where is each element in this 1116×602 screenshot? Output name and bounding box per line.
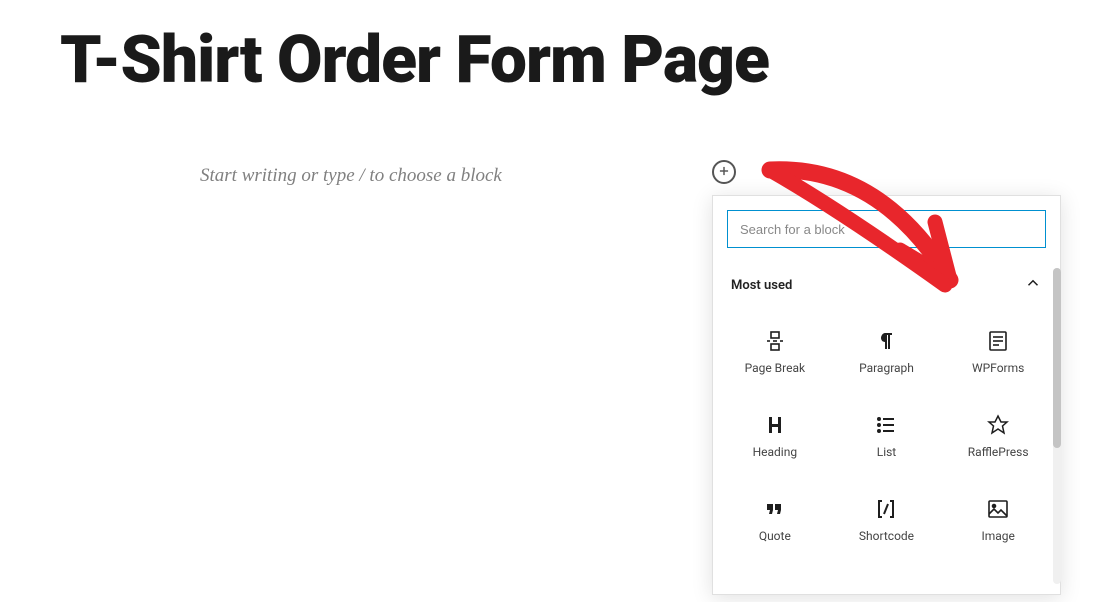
- block-image[interactable]: Image: [942, 478, 1054, 562]
- block-shortcode[interactable]: Shortcode: [831, 478, 943, 562]
- block-search-input[interactable]: [727, 210, 1046, 248]
- quote-icon: [763, 497, 787, 521]
- block-label: Quote: [759, 529, 791, 543]
- wpforms-icon: [986, 329, 1010, 353]
- block-label: WPForms: [972, 361, 1024, 375]
- block-list[interactable]: List: [831, 394, 943, 478]
- block-page-break[interactable]: Page Break: [719, 310, 831, 394]
- rafflepress-icon: [986, 413, 1010, 437]
- add-block-button[interactable]: [712, 160, 736, 184]
- scrollbar-thumb[interactable]: [1053, 268, 1061, 448]
- shortcode-icon: [874, 497, 898, 521]
- block-inserter-panel: Most used Page Break Paragraph WPForms: [712, 195, 1061, 595]
- content-area[interactable]: Start writing or type / to choose a bloc…: [200, 165, 1056, 187]
- image-icon: [986, 497, 1010, 521]
- inserter-section-title: Most used: [731, 278, 792, 293]
- block-grid: Page Break Paragraph WPForms Heading Lis: [713, 302, 1060, 570]
- block-label: Heading: [753, 445, 798, 459]
- block-label: RafflePress: [968, 445, 1029, 459]
- block-paragraph[interactable]: Paragraph: [831, 310, 943, 394]
- block-label: Shortcode: [859, 529, 914, 543]
- content-placeholder: Start writing or type / to choose a bloc…: [200, 165, 1056, 187]
- block-label: List: [877, 445, 897, 459]
- block-label: Image: [981, 529, 1014, 543]
- page-break-icon: [763, 329, 787, 353]
- chevron-up-icon[interactable]: [1024, 274, 1042, 296]
- block-label: Paragraph: [859, 361, 914, 375]
- block-wpforms[interactable]: WPForms: [942, 310, 1054, 394]
- plus-icon: [717, 163, 731, 182]
- block-rafflepress[interactable]: RafflePress: [942, 394, 1054, 478]
- scrollbar-track[interactable]: [1053, 268, 1061, 584]
- list-icon: [874, 413, 898, 437]
- block-quote[interactable]: Quote: [719, 478, 831, 562]
- block-heading[interactable]: Heading: [719, 394, 831, 478]
- page-title[interactable]: T-Shirt Order Form Page: [60, 22, 769, 99]
- block-label: Page Break: [745, 361, 806, 375]
- paragraph-icon: [874, 329, 898, 353]
- heading-icon: [763, 413, 787, 437]
